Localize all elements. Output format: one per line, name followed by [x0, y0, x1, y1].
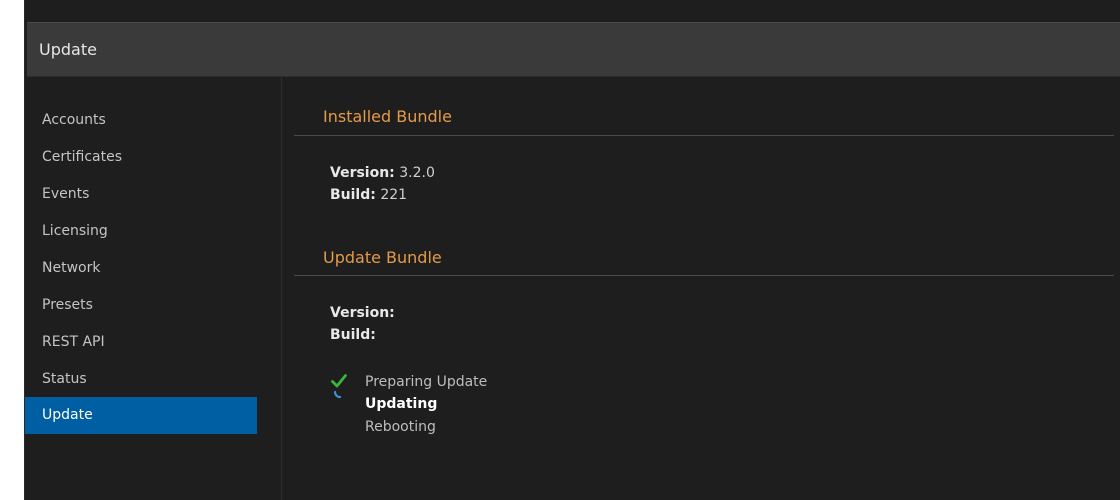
app-frame: Update Accounts Certificates Events Lice…	[24, 0, 1120, 500]
step-preparing-update: Preparing Update	[365, 374, 488, 390]
installed-bundle-divider	[294, 135, 1114, 136]
spinner-icon	[333, 390, 342, 399]
checkmark-icon	[331, 374, 347, 388]
installed-version-value: 3.2.0	[399, 165, 435, 181]
sidebar-item-certificates[interactable]: Certificates	[25, 139, 257, 176]
page-header: Update	[27, 22, 1120, 77]
step-updating: Updating	[365, 396, 438, 412]
sidebar-item-accounts[interactable]: Accounts	[25, 102, 257, 139]
page-title: Update	[39, 40, 97, 59]
sidebar-nav: Accounts Certificates Events Licensing N…	[25, 77, 281, 500]
installed-version-label: Version:	[330, 165, 395, 181]
update-version-label: Version:	[330, 305, 395, 321]
sidebar-item-presets[interactable]: Presets	[25, 287, 257, 324]
installed-version-line: Version: 3.2.0	[330, 165, 435, 181]
installed-build-line: Build: 221	[330, 187, 407, 203]
installed-build-value: 221	[380, 187, 408, 203]
main-content: Installed Bundle Version: 3.2.0 Build: 2…	[283, 77, 1114, 500]
installed-bundle-title: Installed Bundle	[323, 107, 452, 126]
update-bundle-divider	[294, 275, 1114, 276]
step-rebooting: Rebooting	[365, 419, 436, 435]
sidebar-item-rest-api[interactable]: REST API	[25, 324, 257, 361]
sidebar-item-update[interactable]: Update	[25, 397, 257, 434]
update-version-line: Version:	[330, 305, 395, 321]
sidebar-item-licensing[interactable]: Licensing	[25, 213, 257, 250]
sidebar-item-network[interactable]: Network	[25, 250, 257, 287]
sidebar-divider	[281, 77, 282, 500]
update-build-line: Build:	[330, 327, 376, 343]
update-bundle-title: Update Bundle	[323, 248, 442, 267]
sidebar-item-events[interactable]: Events	[25, 176, 257, 213]
update-build-label: Build:	[330, 327, 376, 343]
sidebar-item-status[interactable]: Status	[25, 361, 257, 398]
installed-build-label: Build:	[330, 187, 376, 203]
